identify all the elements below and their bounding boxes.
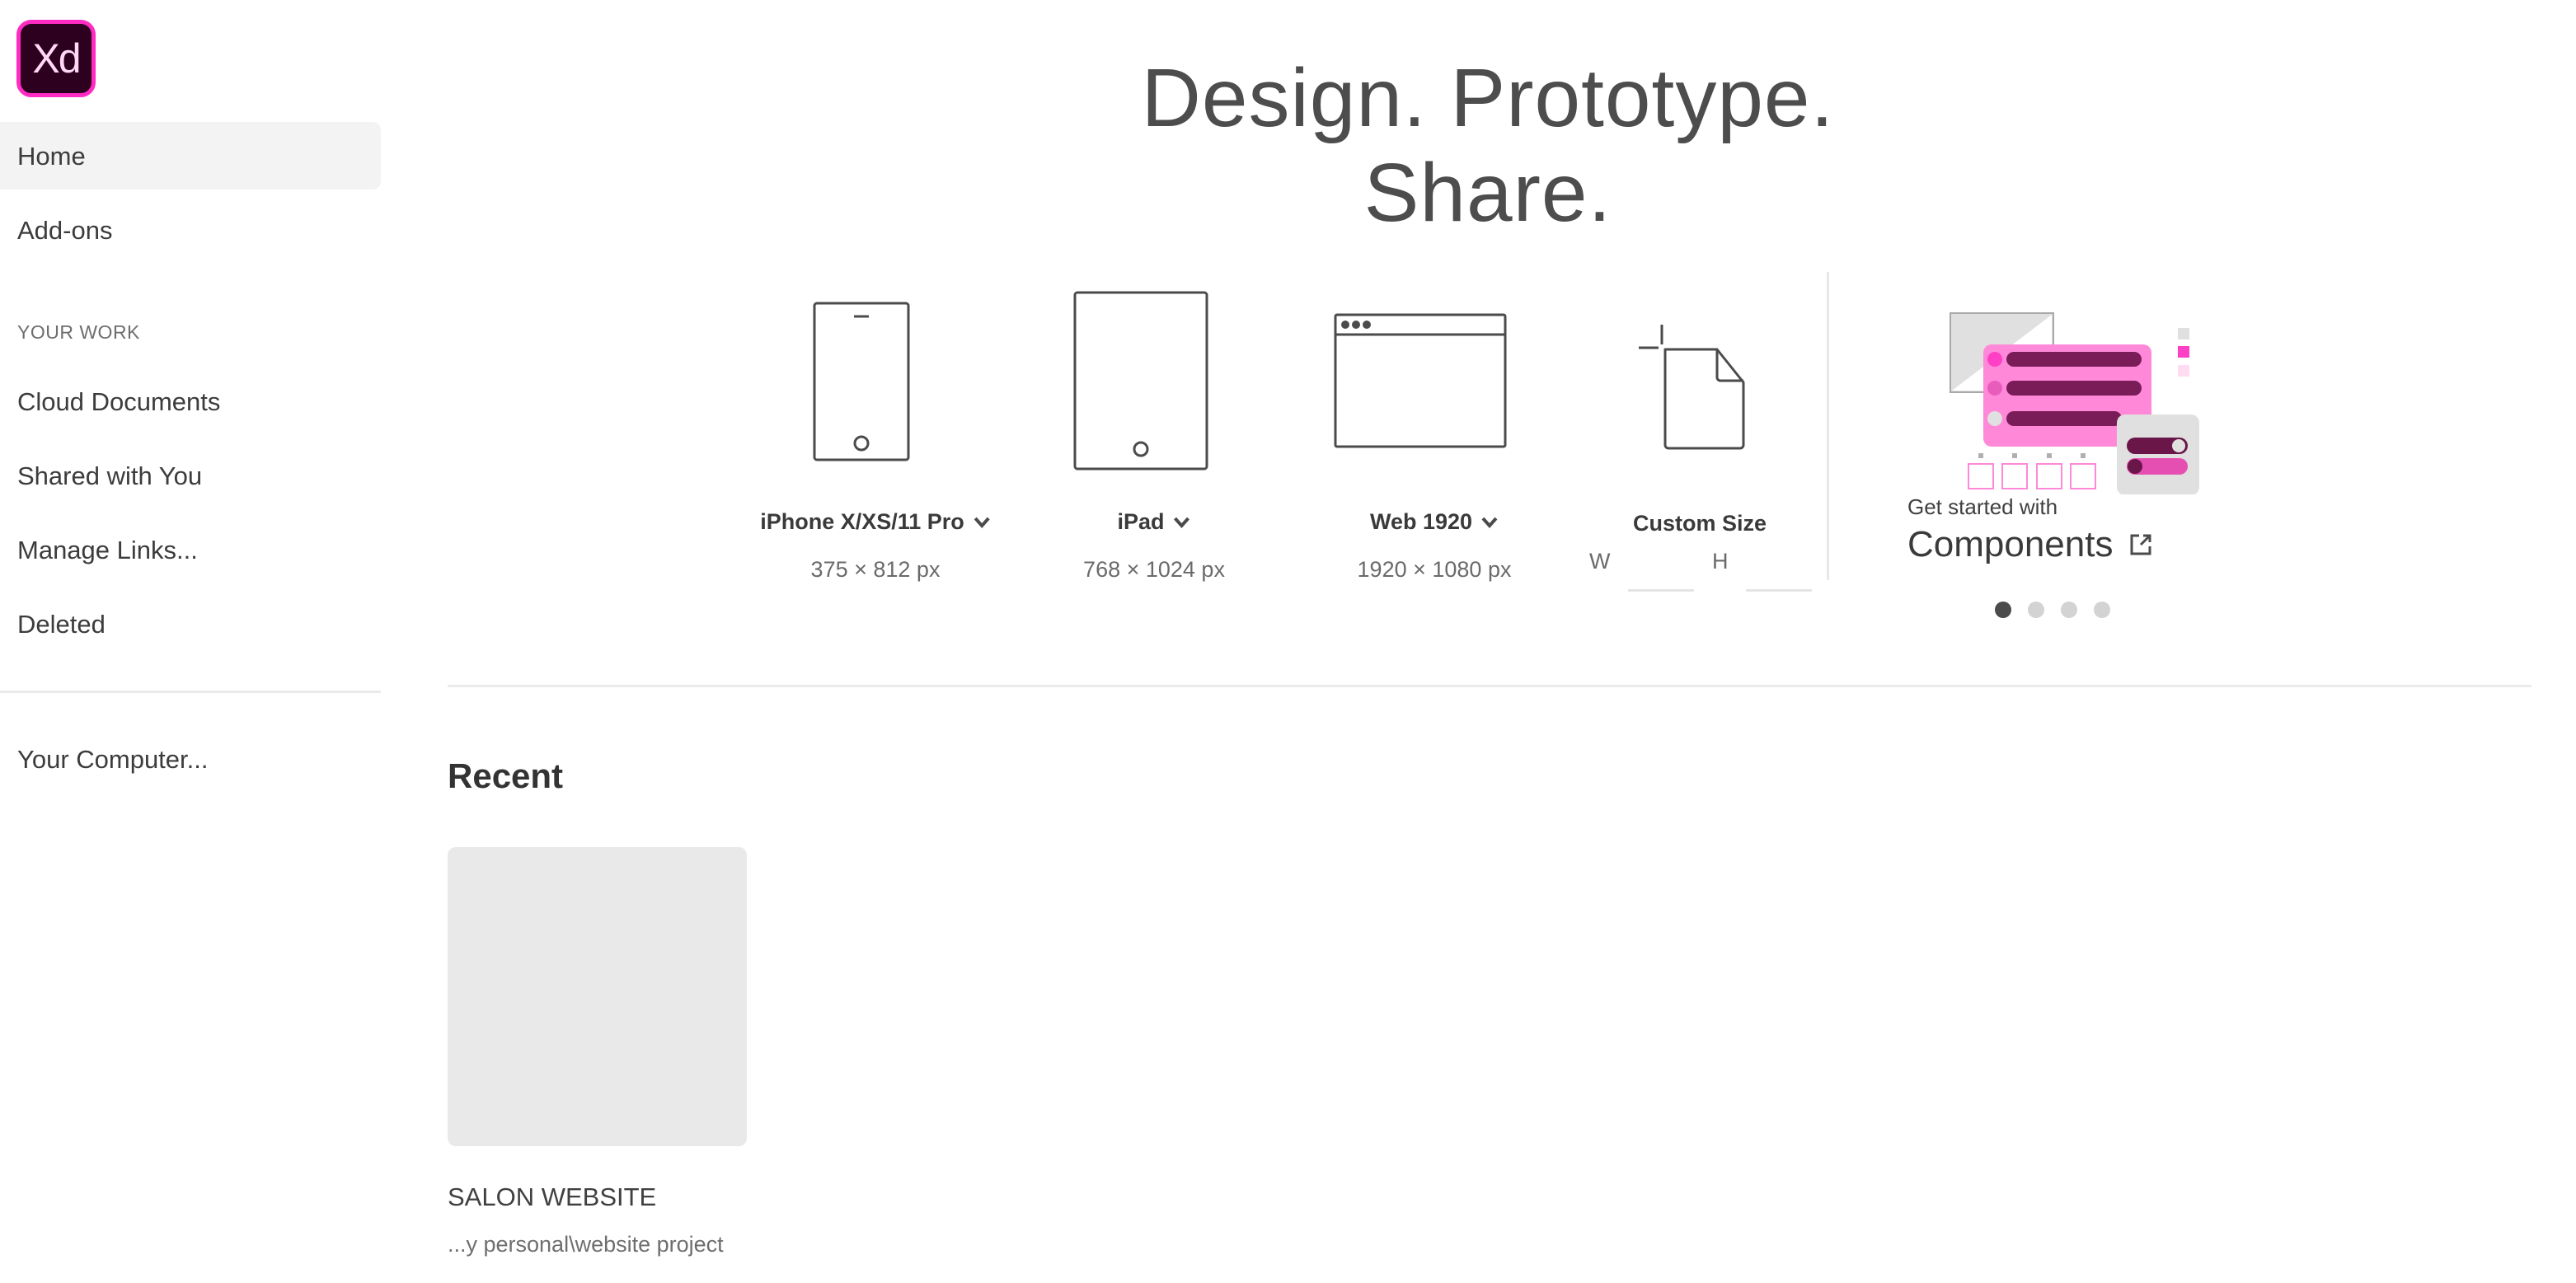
sidebar-item-shared-with-you[interactable]: Shared with You bbox=[17, 461, 202, 491]
recent-file-path: ...y personal\website project bbox=[448, 1232, 724, 1257]
custom-document-icon[interactable] bbox=[1635, 321, 1767, 453]
width-input[interactable] bbox=[1628, 544, 1694, 590]
height-label: H bbox=[1712, 549, 1729, 574]
sidebar-item-cloud-documents[interactable]: Cloud Documents bbox=[17, 387, 220, 417]
components-illustration[interactable] bbox=[1942, 305, 2214, 494]
your-work-section-label: YOUR WORK bbox=[17, 321, 140, 343]
preset-ipad-dropdown[interactable]: iPad bbox=[1117, 509, 1190, 535]
preset-iphone-dropdown[interactable]: iPhone X/XS/11 Pro bbox=[760, 509, 991, 535]
preset-iphone-label: iPhone X/XS/11 Pro bbox=[760, 509, 964, 534]
promo-components-link[interactable]: Components bbox=[1907, 524, 2152, 565]
preset-custom-label: Custom Size bbox=[1633, 511, 1767, 536]
sidebar-item-deleted[interactable]: Deleted bbox=[17, 610, 106, 639]
preset-web-label: Web 1920 bbox=[1369, 509, 1473, 534]
chevron-down-icon[interactable] bbox=[973, 513, 991, 531]
sidebar-item-home[interactable]: Home bbox=[17, 142, 86, 171]
preset-ipad-size: 768 × 1024 px bbox=[1083, 557, 1225, 582]
page-title: Design. Prototype. Share. bbox=[1141, 52, 1835, 239]
chevron-down-icon[interactable] bbox=[1480, 513, 1499, 531]
sidebar-item-add-ons[interactable]: Add-ons bbox=[17, 216, 112, 246]
xd-logo: Xd bbox=[16, 20, 96, 97]
phone-icon[interactable] bbox=[813, 302, 912, 463]
preset-web-dropdown[interactable]: Web 1920 bbox=[1370, 509, 1499, 535]
section-divider bbox=[448, 685, 2531, 687]
custom-size-label: Custom Size bbox=[1632, 511, 1767, 536]
preset-ipad-label: iPad bbox=[1117, 509, 1165, 534]
tablet-icon[interactable] bbox=[1073, 291, 1210, 472]
height-input-underline bbox=[1746, 589, 1812, 592]
height-input[interactable] bbox=[1746, 544, 1812, 590]
preset-iphone-size: 375 × 812 px bbox=[810, 557, 941, 582]
carousel-dot-1[interactable] bbox=[1995, 602, 2011, 618]
chevron-down-icon[interactable] bbox=[1173, 513, 1191, 531]
external-link-icon[interactable] bbox=[2129, 533, 2152, 556]
browser-window-icon[interactable] bbox=[1334, 313, 1509, 450]
promo-heading: Components bbox=[1907, 524, 2114, 564]
sidebar-divider bbox=[0, 691, 381, 693]
width-label: W bbox=[1589, 549, 1611, 574]
recent-heading: Recent bbox=[448, 756, 564, 795]
logo-text: Xd bbox=[32, 35, 81, 82]
carousel-dot-4[interactable] bbox=[2094, 602, 2110, 618]
preset-web-size: 1920 × 1080 px bbox=[1357, 557, 1512, 582]
carousel-dot-2[interactable] bbox=[2028, 602, 2044, 618]
carousel-dot-3[interactable] bbox=[2061, 602, 2077, 618]
sidebar-item-your-computer[interactable]: Your Computer... bbox=[17, 745, 209, 775]
presets-divider bbox=[1827, 272, 1829, 580]
width-input-underline bbox=[1628, 589, 1694, 592]
promo-eyebrow: Get started with bbox=[1907, 494, 2058, 519]
recent-file-thumbnail[interactable] bbox=[448, 847, 747, 1146]
recent-file-name[interactable]: SALON WEBSITE bbox=[448, 1182, 656, 1212]
sidebar-item-manage-links[interactable]: Manage Links... bbox=[17, 536, 198, 565]
